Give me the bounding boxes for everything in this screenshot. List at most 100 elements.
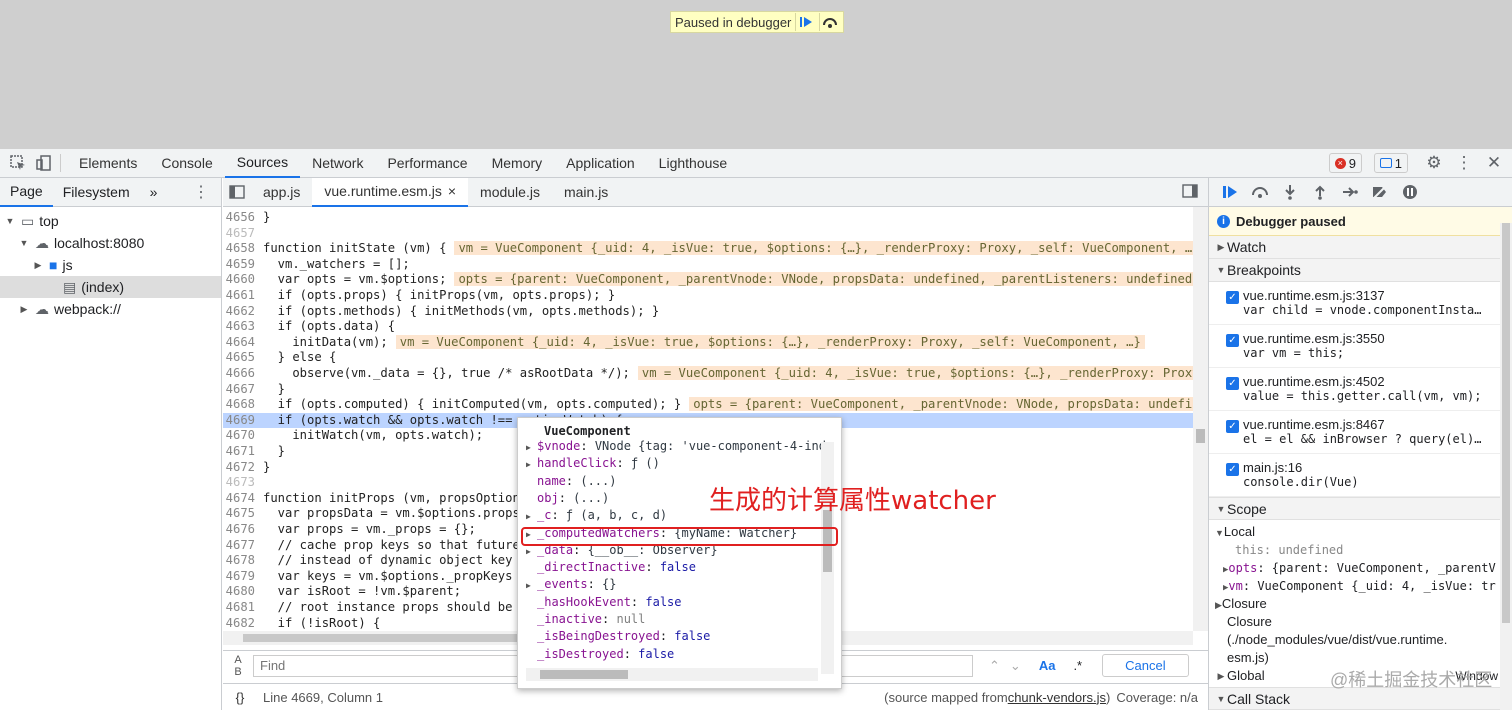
breakpoint-item[interactable]: ✓ vue.runtime.esm.js:3137 var child = vnod… xyxy=(1209,282,1512,325)
tree-item-window[interactable]: ▼ ▭ top xyxy=(0,210,221,232)
step-icon[interactable] xyxy=(1335,178,1365,207)
message-count-badge[interactable]: 1 xyxy=(1373,153,1408,173)
code-line[interactable]: 4668 if (opts.computed) { initComputed(v… xyxy=(223,397,1193,413)
tab-page[interactable]: Page xyxy=(0,178,53,207)
code-line[interactable]: 4662 if (opts.methods) { initMethods(vm,… xyxy=(223,304,1193,320)
deactivate-breakpoints-icon[interactable] xyxy=(1365,178,1395,207)
line-number[interactable]: 4658 xyxy=(223,241,263,257)
breakpoint-item[interactable]: ✓ vue.runtime.esm.js:8467 el = el && inBro… xyxy=(1209,411,1512,454)
code-line[interactable]: 4660 var opts = vm.$options; opts = {pare… xyxy=(223,272,1193,288)
scope-closure-1[interactable]: ▶Closure xyxy=(1215,595,1512,613)
panel-tab-performance[interactable]: Performance xyxy=(375,149,479,178)
line-number[interactable]: 4660 xyxy=(223,272,263,288)
breakpoint-checkbox[interactable]: ✓ xyxy=(1226,463,1239,476)
resume-icon[interactable] xyxy=(1215,178,1245,207)
popover-property-row[interactable]: ▶ $vnode: VNode {tag: 'vue-component-4-in… xyxy=(526,438,826,455)
expand-triangle-icon[interactable]: ▶ xyxy=(526,439,537,456)
panel-tab-lighthouse[interactable]: Lighthouse xyxy=(647,149,740,178)
line-number[interactable]: 4664 xyxy=(223,335,263,351)
line-number[interactable]: 4659 xyxy=(223,257,263,273)
popover-property-row[interactable]: obj: (...) xyxy=(526,490,609,507)
line-number[interactable]: 4663 xyxy=(223,319,263,335)
line-number[interactable]: 4667 xyxy=(223,382,263,398)
code-line[interactable]: 4665 } else { xyxy=(223,350,1193,366)
find-previous-icon[interactable]: ⌃ xyxy=(989,658,1000,674)
breakpoint-checkbox[interactable]: ✓ xyxy=(1226,377,1239,390)
expand-triangle-icon[interactable]: ▶ xyxy=(526,508,537,525)
panel-tab-elements[interactable]: Elements xyxy=(67,149,149,178)
panel-tab-sources[interactable]: Sources xyxy=(224,149,301,178)
line-number[interactable]: 4673 xyxy=(223,475,263,491)
editor-vertical-scrollbar[interactable] xyxy=(1193,207,1208,631)
breakpoint-item[interactable]: ✓ main.js:16 console.dir(Vue) xyxy=(1209,454,1512,497)
regex-button[interactable]: .* xyxy=(1073,658,1082,673)
match-case-button[interactable]: Aa xyxy=(1039,658,1056,673)
line-number[interactable]: 4682 xyxy=(223,616,263,631)
watch-section-header[interactable]: ▶ Watch xyxy=(1209,236,1512,259)
expand-triangle-icon[interactable]: ▶ xyxy=(526,456,537,473)
tree-expander-icon[interactable]: ▼ xyxy=(18,238,30,248)
breakpoints-section-header[interactable]: ▼ Breakpoints xyxy=(1209,259,1512,282)
line-number[interactable]: 4675 xyxy=(223,506,263,522)
popover-property-row[interactable]: ▶ _c: ƒ (a, b, c, d) xyxy=(526,507,667,524)
breakpoint-checkbox[interactable]: ✓ xyxy=(1226,334,1239,347)
sidebar-scrollbar[interactable] xyxy=(1500,223,1512,710)
tree-expander-icon[interactable]: ▶ xyxy=(18,304,30,315)
line-number[interactable]: 4669 xyxy=(223,413,263,429)
tree-item-cloud[interactable]: ▶ ☁ webpack:// xyxy=(0,298,221,320)
code-line[interactable]: 4659 vm._watchers = []; xyxy=(223,257,1193,273)
code-line[interactable]: 4664 initData(vm); vm = VueComponent {_ui… xyxy=(223,334,1193,351)
breakpoint-item[interactable]: ✓ vue.runtime.esm.js:4502 value = this.get… xyxy=(1209,368,1512,411)
code-line[interactable]: 4658 function initState (vm) {vm = VueCom… xyxy=(223,241,1193,257)
panel-tab-console[interactable]: Console xyxy=(149,149,224,178)
more-tabs-chevron-icon[interactable]: » xyxy=(140,178,168,207)
step-into-icon[interactable] xyxy=(1275,178,1305,207)
line-number[interactable]: 4679 xyxy=(223,569,263,585)
popover-property-row[interactable]: ▶ handleClick: ƒ () xyxy=(526,455,660,472)
replace-toggle-icon[interactable]: AB xyxy=(223,654,253,678)
code-line[interactable]: 4661 if (opts.props) { initProps(vm, opt… xyxy=(223,288,1193,304)
device-toolbar-icon[interactable] xyxy=(34,153,54,173)
close-devtools-icon[interactable]: ✕ xyxy=(1484,153,1504,173)
step-out-icon[interactable] xyxy=(1305,178,1335,207)
navigator-menu-icon[interactable]: ⋮ xyxy=(193,182,209,202)
editor-tab[interactable]: main.js xyxy=(552,178,620,207)
resume-icon[interactable] xyxy=(795,13,815,31)
code-line[interactable]: 4656} xyxy=(223,210,1193,226)
popover-property-row[interactable]: ▶ _events: {} xyxy=(526,576,616,593)
tree-item-cloud[interactable]: ▼ ☁ localhost:8080 xyxy=(0,232,221,254)
scope-vm[interactable]: ▶vm: VueComponent {_uid: 4, _isVue: tr xyxy=(1215,577,1512,595)
line-number[interactable]: 4672 xyxy=(223,460,263,476)
line-number[interactable]: 4680 xyxy=(223,584,263,600)
scope-section-header[interactable]: ▼ Scope xyxy=(1209,497,1512,520)
expand-triangle-icon[interactable]: ▶ xyxy=(526,577,537,594)
popover-vertical-scrollbar[interactable] xyxy=(821,442,834,674)
breakpoint-item[interactable]: ✓ vue.runtime.esm.js:3550 var vm = this; xyxy=(1209,325,1512,368)
line-number[interactable]: 4656 xyxy=(223,210,263,226)
panel-tab-network[interactable]: Network xyxy=(300,149,375,178)
cancel-button[interactable]: Cancel xyxy=(1102,654,1189,677)
breakpoint-checkbox[interactable]: ✓ xyxy=(1226,420,1239,433)
popover-property-row[interactable]: _isBeingDestroyed: false xyxy=(526,628,710,645)
editor-tab[interactable]: module.js xyxy=(468,178,552,207)
tree-item-folder[interactable]: ▶ ■ js xyxy=(0,254,221,276)
popover-property-row[interactable]: _isDestroyed: false xyxy=(526,646,674,663)
line-number[interactable]: 4668 xyxy=(223,397,263,413)
line-number[interactable]: 4681 xyxy=(223,600,263,616)
inspect-element-icon[interactable] xyxy=(8,153,28,173)
code-line[interactable]: 4663 if (opts.data) { xyxy=(223,319,1193,335)
code-line[interactable]: 4666 observe(vm._data = {}, true /* asRo… xyxy=(223,366,1193,382)
editor-tab[interactable]: app.js xyxy=(251,178,312,207)
toggle-navigator-icon[interactable] xyxy=(223,185,251,199)
settings-gear-icon[interactable]: ⚙ xyxy=(1424,153,1444,173)
find-next-icon[interactable]: ⌄ xyxy=(1010,658,1021,674)
panel-tab-application[interactable]: Application xyxy=(554,149,647,178)
line-number[interactable]: 4665 xyxy=(223,350,263,366)
scope-local[interactable]: ▼Local xyxy=(1215,523,1512,541)
horizontal-scroll-thumb[interactable] xyxy=(243,634,523,642)
line-number[interactable]: 4671 xyxy=(223,444,263,460)
tree-expander-icon[interactable]: ▶ xyxy=(32,260,44,271)
sidebar-scroll-thumb[interactable] xyxy=(1502,223,1510,623)
step-over-icon[interactable] xyxy=(819,13,839,31)
popover-horizontal-scrollbar[interactable] xyxy=(526,668,818,681)
